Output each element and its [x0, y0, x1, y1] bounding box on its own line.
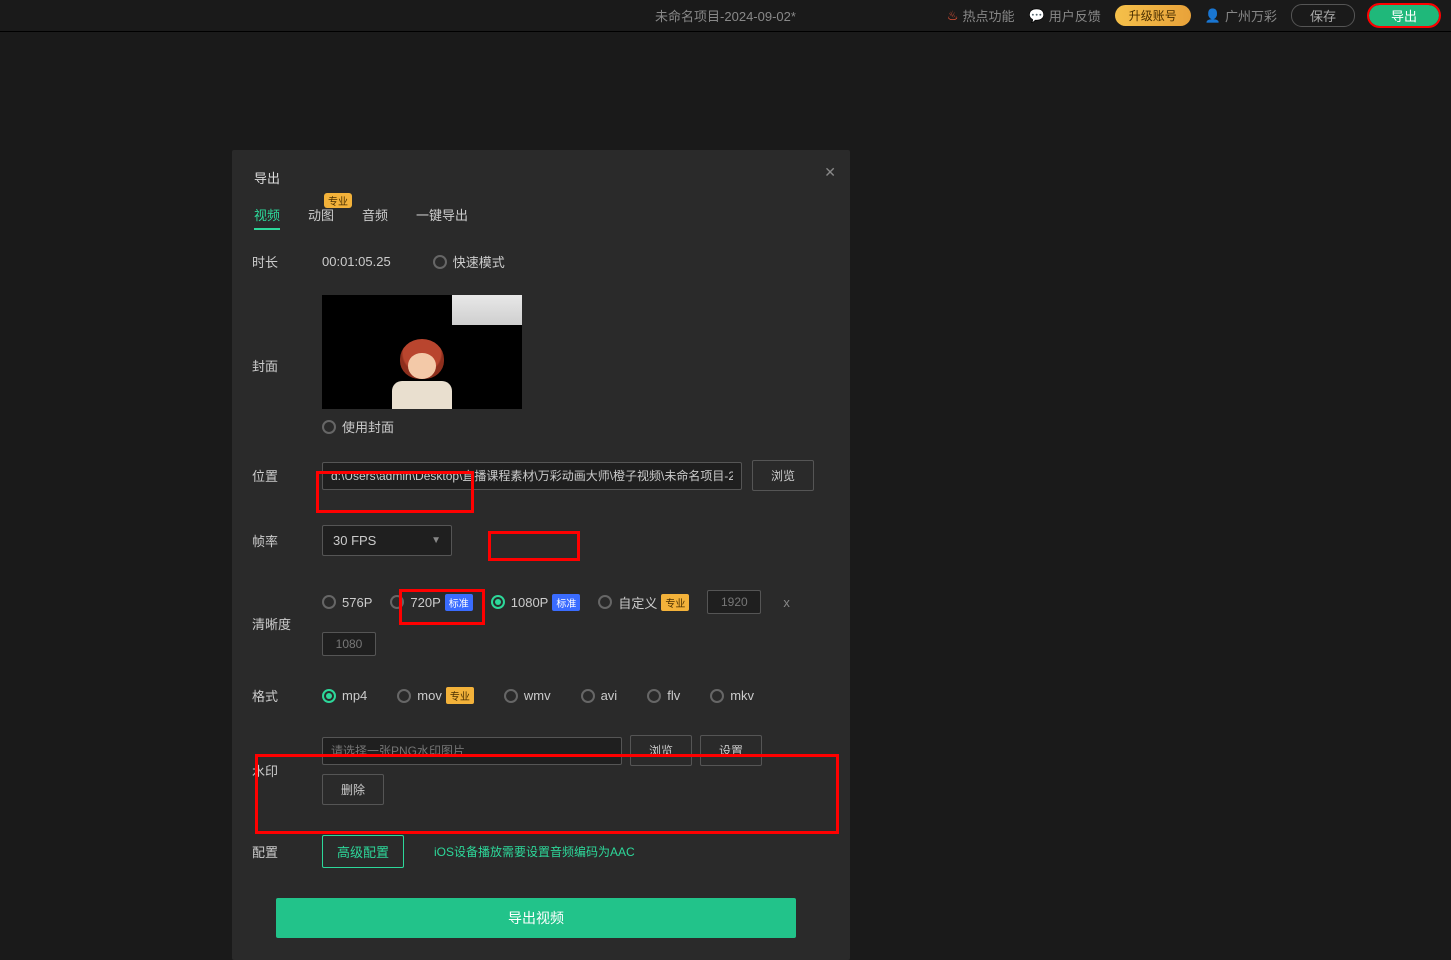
cover-thumbnail[interactable] [322, 295, 522, 409]
fmt-wmv[interactable]: wmv [504, 688, 551, 703]
tab-oneclick[interactable]: 一键导出 [416, 205, 468, 224]
close-icon[interactable]: ✕ [824, 164, 836, 181]
fmt-avi[interactable]: avi [581, 688, 618, 703]
dimension-x: x [783, 595, 790, 610]
pro-badge: 专业 [446, 687, 474, 704]
radio-icon [322, 420, 336, 434]
std-badge: 标准 [552, 594, 580, 611]
tab-audio[interactable]: 音频 [362, 205, 388, 224]
radio-icon [397, 689, 411, 703]
export-tabs: 视频 动图 专业 音频 一键导出 [252, 205, 820, 224]
watermark-settings-button[interactable]: 设置 [700, 735, 762, 766]
radio-icon [647, 689, 661, 703]
fast-mode-radio[interactable]: 快速模式 [433, 252, 505, 271]
config-label: 配置 [252, 842, 322, 861]
use-cover-label: 使用封面 [342, 417, 394, 436]
hot-features-label: 热点功能 [963, 6, 1015, 25]
use-cover-radio[interactable]: 使用封面 [322, 417, 522, 436]
avatar-graphic [390, 339, 454, 409]
feedback-label: 用户反馈 [1049, 6, 1101, 25]
topbar: 未命名项目-2024-09-02* ♨ 热点功能 💬 用户反馈 升级账号 👤 广… [0, 0, 1451, 32]
export-button[interactable]: 导出 [1369, 5, 1439, 26]
dialog-title: 导出 [252, 168, 820, 187]
radio-icon [504, 689, 518, 703]
res-custom[interactable]: 自定义 专业 [598, 593, 689, 612]
watermark-delete-button[interactable]: 删除 [322, 774, 384, 805]
config-note: iOS设备播放需要设置音频编码为AAC [434, 843, 635, 860]
feedback-link[interactable]: 💬 用户反馈 [1029, 6, 1101, 25]
watermark-label: 水印 [252, 761, 322, 780]
radio-icon [322, 595, 336, 609]
advanced-config-button[interactable]: 高级配置 [322, 835, 404, 868]
res-720p[interactable]: 720P 标准 [390, 594, 472, 611]
location-label: 位置 [252, 466, 322, 485]
std-badge: 标准 [445, 594, 473, 611]
watermark-input[interactable] [322, 737, 622, 765]
fmt-mp4[interactable]: mp4 [322, 688, 367, 703]
format-label: 格式 [252, 686, 322, 705]
radio-icon [710, 689, 724, 703]
fast-mode-label: 快速模式 [453, 252, 505, 271]
fire-icon: ♨ [947, 8, 959, 24]
duration-value: 00:01:05.25 [322, 254, 391, 269]
tab-anim-label: 动图 [308, 208, 334, 223]
upgrade-button[interactable]: 升级账号 [1115, 5, 1191, 26]
fmt-flv[interactable]: flv [647, 688, 680, 703]
export-dialog: 导出 ✕ 视频 动图 专业 音频 一键导出 时长 00:01:05.25 快速模… [232, 150, 850, 960]
duration-label: 时长 [252, 252, 322, 271]
radio-icon [322, 689, 336, 703]
chat-icon: 💬 [1029, 8, 1045, 24]
location-input[interactable] [322, 462, 742, 490]
tab-anim[interactable]: 动图 专业 [308, 205, 334, 224]
user-icon: 👤 [1205, 8, 1221, 24]
cover-label: 封面 [252, 356, 322, 375]
export-video-button[interactable]: 导出视频 [276, 898, 796, 938]
radio-icon [598, 595, 612, 609]
chevron-down-icon: ▼ [431, 535, 441, 546]
fps-select[interactable]: 30 FPS ▼ [322, 525, 452, 556]
radio-icon [433, 255, 447, 269]
res-576p[interactable]: 576P [322, 595, 372, 610]
browse-location-button[interactable]: 浏览 [752, 460, 814, 491]
room-graphic [452, 295, 522, 325]
pro-badge: 专业 [661, 594, 689, 611]
fmt-mkv[interactable]: mkv [710, 688, 754, 703]
radio-icon [581, 689, 595, 703]
fps-value: 30 FPS [333, 533, 376, 548]
res-1080p[interactable]: 1080P 标准 [491, 594, 581, 611]
radio-icon [390, 595, 404, 609]
user-menu[interactable]: 👤 广州万彩 [1205, 6, 1277, 25]
pro-badge: 专业 [324, 193, 352, 208]
user-label: 广州万彩 [1225, 6, 1277, 25]
custom-height-input[interactable] [322, 632, 376, 656]
save-button[interactable]: 保存 [1291, 4, 1355, 27]
custom-width-input[interactable] [707, 590, 761, 614]
resolution-label: 清晰度 [252, 614, 322, 633]
watermark-browse-button[interactable]: 浏览 [630, 735, 692, 766]
hot-features-link[interactable]: ♨ 热点功能 [947, 6, 1015, 25]
radio-icon [491, 595, 505, 609]
fps-label: 帧率 [252, 531, 322, 550]
tab-video[interactable]: 视频 [254, 205, 280, 224]
project-title: 未命名项目-2024-09-02* [655, 6, 796, 25]
fmt-mov[interactable]: mov 专业 [397, 687, 474, 704]
